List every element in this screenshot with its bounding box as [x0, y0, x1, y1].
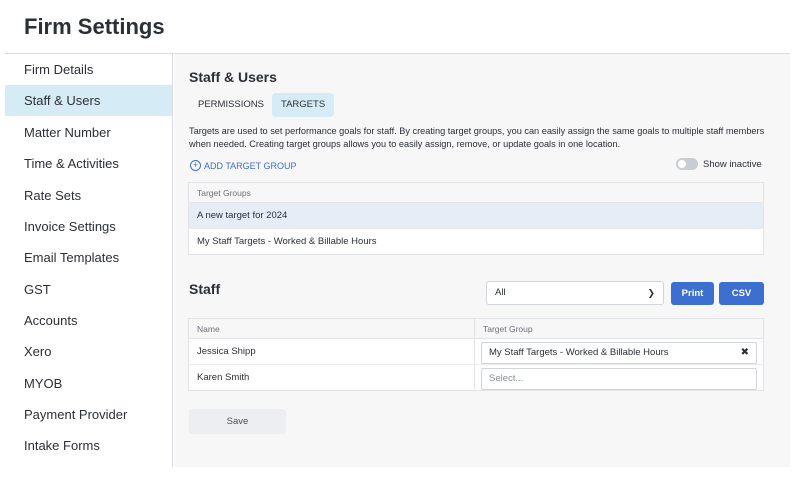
staff-table: Name Target Group Jessica Shipp My Staff…	[188, 318, 764, 391]
sidebar-item-myob[interactable]: MYOB	[5, 368, 172, 399]
sidebar-item-accounts[interactable]: Accounts	[5, 305, 172, 336]
save-button[interactable]: Save	[189, 409, 286, 434]
column-header-target-group: Target Group	[483, 324, 533, 334]
target-group-value: My Staff Targets - Worked & Billable Hou…	[489, 347, 669, 358]
add-target-group-label: ADD TARGET GROUP	[204, 160, 297, 171]
targets-description: Targets are used to set performance goal…	[189, 126, 765, 149]
sidebar-item-payment-provider[interactable]: Payment Provider	[5, 399, 172, 430]
main-panel: Staff & Users PERMISSIONS TARGETS Target…	[174, 54, 790, 467]
sidebar-item-staff-users[interactable]: Staff & Users	[5, 85, 172, 116]
target-groups-header: Target Groups	[189, 183, 763, 203]
table-row: Karen Smith Select...	[189, 365, 763, 391]
sidebar-item-rate-sets[interactable]: Rate Sets	[5, 180, 172, 211]
target-group-row[interactable]: A new target for 2024	[189, 203, 763, 229]
chevron-down-icon: ❯	[647, 288, 655, 298]
target-group-row[interactable]: My Staff Targets - Worked & Billable Hou…	[189, 229, 763, 255]
sidebar-item-firm-details[interactable]: Firm Details	[5, 54, 172, 85]
target-group-cell: My Staff Targets - Worked & Billable Hou…	[475, 339, 763, 364]
close-icon[interactable]: ✖	[741, 343, 749, 363]
sidebar-item-xero[interactable]: Xero	[5, 336, 172, 367]
sidebar-item-invoice-settings[interactable]: Invoice Settings	[5, 211, 172, 242]
target-group-cell: Select...	[475, 365, 763, 391]
sidebar: Firm Details Staff & Users Matter Number…	[5, 54, 173, 467]
sidebar-item-time-activities[interactable]: Time & Activities	[5, 148, 172, 179]
staff-filter-value: All	[495, 287, 506, 298]
staff-name-cell: Jessica Shipp	[189, 339, 475, 364]
column-header-name: Name	[189, 319, 475, 338]
sidebar-item-gst[interactable]: GST	[5, 274, 172, 305]
show-inactive-label: Show inactive	[703, 158, 762, 170]
target-group-select[interactable]: My Staff Targets - Worked & Billable Hou…	[481, 342, 757, 364]
print-button[interactable]: Print	[671, 282, 714, 305]
staff-table-header: Name Target Group	[189, 319, 763, 339]
toggle-knob	[678, 160, 686, 168]
tab-targets[interactable]: TARGETS	[272, 93, 335, 117]
target-group-select[interactable]: Select...	[481, 368, 757, 390]
sidebar-item-email-templates[interactable]: Email Templates	[5, 242, 172, 273]
staff-name-cell: Karen Smith	[189, 365, 475, 391]
table-row: Jessica Shipp My Staff Targets - Worked …	[189, 339, 763, 365]
sidebar-item-matter-number[interactable]: Matter Number	[5, 117, 172, 148]
staff-section-title: Staff	[189, 281, 221, 297]
target-groups-table: Target Groups A new target for 2024 My S…	[188, 182, 764, 255]
section-title: Staff & Users	[189, 69, 277, 85]
page-title: Firm Settings	[24, 14, 165, 39]
plus-circle-icon: +	[190, 160, 201, 171]
show-inactive-control: Show inactive	[676, 158, 762, 170]
target-group-placeholder: Select...	[489, 373, 524, 384]
add-target-group-link[interactable]: + ADD TARGET GROUP	[190, 160, 297, 171]
staff-filter-select[interactable]: All ❯	[486, 281, 664, 305]
show-inactive-toggle[interactable]	[676, 158, 698, 170]
sidebar-item-intake-forms[interactable]: Intake Forms	[5, 430, 172, 461]
csv-button[interactable]: CSV	[719, 282, 764, 305]
tab-permissions[interactable]: PERMISSIONS	[189, 93, 273, 117]
